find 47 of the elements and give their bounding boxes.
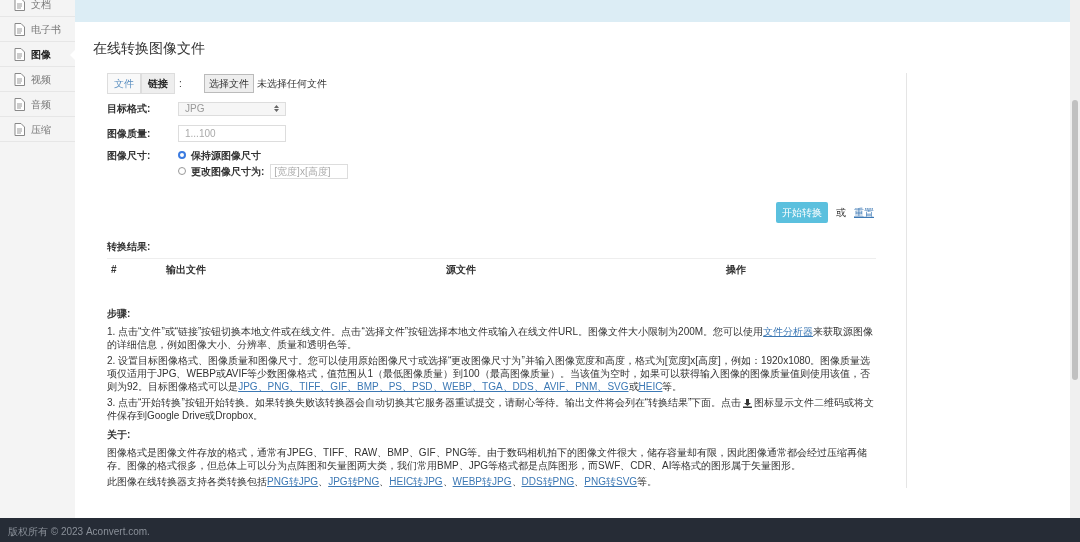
paragraph: 图像格式是图像文件存放的格式，通常有JPEG、TIFF、RAW、BMP、GIF、PNG等。由于数码相机拍下的图像文件很大，储存容量却有限，因此图像通常都会经过压缩再储存。图像的格式很多，但总体上可以分为点阵图和矢量图两大类，我们常用BMP、JPG等格式都是点阵图形，而SWF、CDR、AI等格式的图形属于矢量图形。 [107,445,869,472]
colon-text: : [179,77,182,92]
file-icon [14,0,25,11]
paragraph: 2. 设置目标图像格式、图像质量和图像尺寸。您可以使用原始图像尺寸或选择“更改图像尺寸为”并输入图像宽度和高度，格式为[宽度]x[高度]，例如：1920x1080。图像质量选项仅适用于JPG、WEBP或AVIF等少数图像格式，值范围从1（最低图像质量）到100（最高图像质量）。当该值为空时，如果可以获得输入图像的图像质量值则使用该值，否则为92。目标图像格式可以是JPG、PNG、TIFF、GIF、BMP、PS、PSD、WEBP、TGA、DDS、AVIF、PNM、SVG或HEIC等。 [107,353,872,393]
scrollbar[interactable] [1070,0,1080,518]
or-text: 或 [836,205,846,220]
quality-input[interactable]: 1...100 [178,125,286,143]
radio-label: 保持源图像尺寸 [191,148,261,163]
size-input[interactable]: [宽度]x[高度] [270,163,349,179]
text-link[interactable]: HEIC转JPG [389,475,443,487]
text-link[interactable]: WEBP转JPG [452,475,512,487]
paragraph: 1. 点击“文件”或“链接”按钮切换本地文件或在线文件。点击“选择文件”按钮选择本地文件或输入在线文件URL。图像文件大小限制为200M。您可以使用文件分析器来获取源图像的详细信息，例如图像大小、分辨率、质量和透明色等。 [107,324,875,351]
column-header: 操作 [725,262,747,277]
file-icon [14,72,25,86]
scrollbar-thumb[interactable] [1072,100,1078,380]
page-title: 在线转换图像文件 [93,40,206,57]
text-link[interactable]: JPG、PNG、TIFF、GIF、BMP、PS、PSD、WEBP、TGA、DDS、AVIF、PNM、SVG [238,380,629,392]
column-header: 输出文件 [165,262,207,277]
sidebar-item[interactable]: 图像 [0,42,75,67]
text-link[interactable]: PNG转SVG [584,475,638,487]
source-tab[interactable]: 文件 [107,73,141,95]
format-select[interactable]: JPG [178,101,286,116]
file-icon [14,22,25,36]
file-icon [14,122,25,136]
text-link[interactable]: 文件分析器 [763,325,814,337]
copyright-text: 版权所有 © 2023 Aconvert.com. [8,524,150,539]
column-header: # [110,262,118,277]
section-heading: 关于: [107,427,132,442]
reset-link[interactable]: 重置 [854,204,874,220]
choose-file-button[interactable]: 选择文件 [203,74,254,94]
text-link[interactable]: HEIC [638,380,663,392]
field-label: 图像质量: [107,127,152,142]
field-label: 图像尺寸: [107,148,152,163]
paragraph: 此图像在线转换器支持各类转换包括PNG转JPG、JPG转PNG、HEIC转JPG、WEBP转JPG、DDS转PNG、PNG转SVG等。 [107,474,659,488]
file-icon [14,97,25,111]
radio-button[interactable] [178,151,186,160]
radio-label: 更改图像尺寸为: [191,164,265,179]
download-icon [743,398,753,408]
source-tab[interactable]: 链接 [141,73,175,95]
results-heading: 转换结果: [107,239,152,254]
file-status-text: 未选择任何文件 [256,77,327,92]
column-header: 源文件 [445,262,477,277]
select-caret-icon [274,105,279,113]
paragraph: 3. 点击“开始转换”按钮开始转换。如果转换失败该转换器会自动切换其它服务器重试提交，请耐心等待。输出文件将会列在“转换结果”下面。点击 图标显示文件二维码或将文件保存到Google Drive或Dropbox。 [107,395,876,422]
section-heading: 步骤: [107,306,132,321]
field-label: 目标格式: [107,102,152,117]
file-icon [14,47,25,61]
